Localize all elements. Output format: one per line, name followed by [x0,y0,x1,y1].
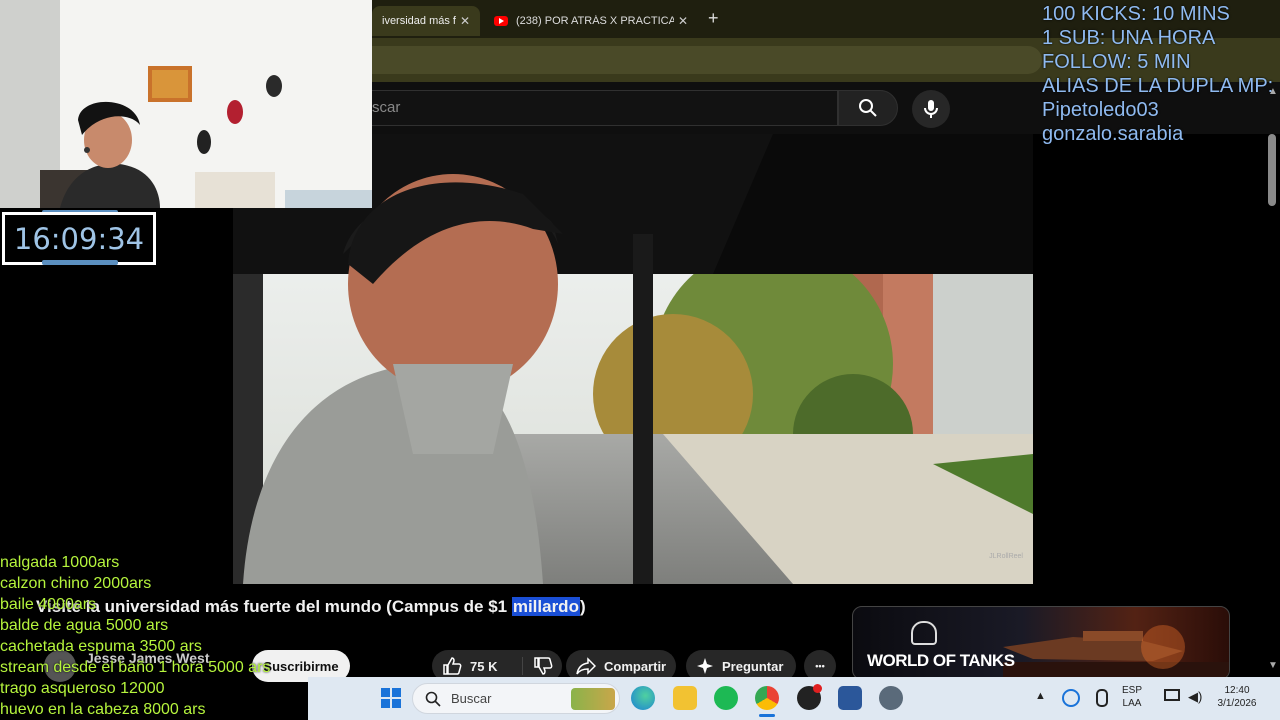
more-icon: ••• [815,661,825,671]
address-field[interactable] [372,46,1042,74]
volume-icon[interactable]: ◀) [1188,689,1202,705]
new-tab-button[interactable]: + [708,8,719,29]
thumbs-up-icon [443,657,462,675]
language-indicator[interactable]: ESP LAA [1122,684,1142,710]
youtube-icon [494,16,508,26]
windows-start-icon[interactable] [381,688,401,708]
price-item: cachetada espuma 3500 ars [0,638,202,655]
overlay-line: gonzalo.sarabia [1042,123,1184,145]
sync-icon[interactable] [1062,689,1080,707]
page-scrollbar[interactable] [1268,134,1276,206]
edge-icon[interactable] [631,686,655,710]
share-label: Compartir [604,658,667,674]
overlay-line: ALIAS DE LA DUPLA MP: [1042,75,1274,97]
settings-icon[interactable] [879,686,903,710]
price-item: baile 4000ars [0,596,97,613]
tray-time: 12:40 [1224,685,1250,696]
price-item: trago asqueroso 12000 [0,680,165,697]
taskbar-search-placeholder: Buscar [451,691,492,706]
tanks-helmet-icon [911,621,937,645]
tab-practical-video[interactable]: (238) POR ATRÁS X PRACTICAL ✕ [484,6,698,36]
price-item: huevo en la cabeza 8000 ars [0,701,206,718]
share-icon [576,657,596,675]
tab-university-video[interactable]: iversidad más f ✕ [372,6,480,36]
search-icon [425,691,441,707]
notification-dot [813,684,822,693]
dislike-button[interactable] [523,657,562,675]
ask-label: Preguntar [722,658,784,674]
chevron-up-icon[interactable]: ▲ [1035,690,1046,702]
price-item: nalgada 1000ars [0,554,120,571]
overlay-line: Pipetoledo03 [1042,99,1159,121]
ad-brand-logo: WORLD OF TANKS [867,651,1015,670]
webcam-frame [0,0,372,208]
like-count: 75 K [470,658,498,674]
overlay-line: 1 SUB: UNA HORA [1042,27,1216,49]
sparkle-icon [697,658,713,674]
search-input[interactable]: scar [372,90,838,126]
ad-banner[interactable]: WORLD OF TANKS [852,606,1230,680]
microphone-icon[interactable] [1096,689,1108,707]
tab-label: iversidad más f [382,15,456,27]
search-button[interactable] [838,90,898,126]
stream-clock: 16:09:34 [2,212,156,265]
search-icon [859,99,877,117]
microphone-icon [924,100,938,118]
scroll-down-arrow[interactable]: ▼ [1268,660,1278,671]
tab-label: (238) POR ATRÁS X PRACTICAL [516,15,674,27]
search-placeholder: scar [372,99,401,116]
voice-search-button[interactable] [912,90,950,128]
overlay-line: FOLLOW: 5 MIN [1042,51,1191,73]
clock-tray[interactable]: 12:40 3/1/2026 [1216,684,1258,710]
widget-icon[interactable] [571,688,615,710]
spotify-icon[interactable] [714,686,738,710]
scroll-up-arrow[interactable]: ▲ [1268,86,1278,97]
language-code: ESP [1122,685,1143,696]
file-explorer-icon[interactable] [673,686,697,710]
thumbs-down-icon [533,657,552,675]
price-list-overlay: nalgada 1000ars calzon chino 2000ars bai… [0,552,270,720]
chrome-icon[interactable] [755,686,779,710]
video-watermark: JLRollReel [989,553,1023,560]
close-icon[interactable]: ✕ [460,14,470,28]
webcam-feed [0,0,372,208]
clock-bottom-bar [42,260,118,265]
price-item: balde de agua 5000 ars [0,617,169,634]
overlay-line: 100 KICKS: 10 MINS [1042,3,1230,25]
video-title-end: ) [579,597,586,616]
network-icon[interactable] [1164,689,1180,701]
like-button[interactable]: 75 K [432,657,523,675]
price-item: stream desde el baño 1 hora 5000 ars [0,659,271,676]
chrome-active-indicator [759,714,775,717]
stream-goals-overlay: 100 KICKS: 10 MINS 1 SUB: UNA HORA FOLLO… [1042,2,1273,146]
price-item: calzon chino 2000ars [0,575,152,592]
selected-text: millardo [511,597,580,616]
keyboard-layout: LAA [1122,698,1142,709]
close-icon[interactable]: ✕ [678,14,688,28]
tray-date: 3/1/2026 [1217,698,1257,709]
word-icon[interactable] [838,686,862,710]
